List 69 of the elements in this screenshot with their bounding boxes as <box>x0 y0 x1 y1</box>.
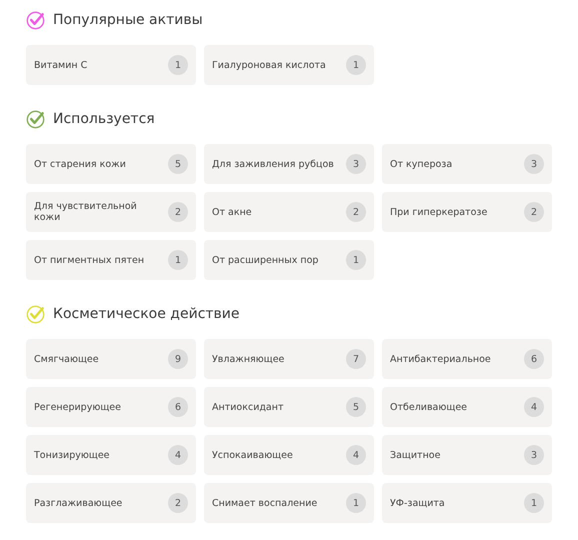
tag-card[interactable]: Антиоксидант 5 <box>204 387 374 427</box>
count-badge: 9 <box>168 349 188 369</box>
count-badge: 2 <box>524 202 544 222</box>
count-badge: 3 <box>346 154 366 174</box>
tag-card[interactable]: Антибактериальное 6 <box>382 339 552 379</box>
tag-label: От пигментных пятен <box>34 254 144 266</box>
count-badge: 6 <box>168 397 188 417</box>
section-title: Используется <box>53 111 155 127</box>
tag-card[interactable]: Для заживления рубцов 3 <box>204 144 374 184</box>
tag-label: Для чувствительной кожи <box>34 201 138 223</box>
tag-card[interactable]: Для чувствительной кожи 2 <box>26 192 196 232</box>
tag-card[interactable]: От расширенных пор 1 <box>204 240 374 280</box>
count-badge: 1 <box>346 55 366 75</box>
tag-card[interactable]: От акне 2 <box>204 192 374 232</box>
count-badge: 1 <box>524 493 544 513</box>
count-badge: 2 <box>168 493 188 513</box>
tag-label: Антиоксидант <box>212 402 284 412</box>
count-badge: 5 <box>168 154 188 174</box>
count-badge: 3 <box>524 154 544 174</box>
tag-card[interactable]: Защитное 3 <box>382 435 552 475</box>
count-badge: 5 <box>346 397 366 417</box>
section-title: Косметическое действие <box>53 306 240 322</box>
tag-label: Тонизирующее <box>34 450 110 460</box>
tag-label: От расширенных пор <box>212 254 318 266</box>
section-title: Популярные активы <box>53 12 203 28</box>
tag-card[interactable]: От купероза 3 <box>382 144 552 184</box>
tag-card[interactable]: При гиперкератозе 2 <box>382 192 552 232</box>
tag-card[interactable]: Гиалуроновая кислота 1 <box>204 45 374 85</box>
tag-card[interactable]: Витамин С 1 <box>26 45 196 85</box>
tag-label: Антибактериальное <box>390 354 491 364</box>
tag-label: Снимает воспаление <box>212 498 318 508</box>
tag-card[interactable]: Отбеливающее 4 <box>382 387 552 427</box>
tag-label: Гиалуроновая кислота <box>212 60 326 70</box>
count-badge: 3 <box>524 445 544 465</box>
tag-label: Регенерирующее <box>34 402 121 412</box>
tag-card[interactable]: Тонизирующее 4 <box>26 435 196 475</box>
tag-label: Успокаивающее <box>212 450 293 460</box>
tag-label: От акне <box>212 206 252 218</box>
tag-card[interactable]: От старения кожи 5 <box>26 144 196 184</box>
tag-label: От старения кожи <box>34 158 126 170</box>
count-badge: 2 <box>168 202 188 222</box>
tag-card[interactable]: Регенерирующее 6 <box>26 387 196 427</box>
tag-label: При гиперкератозе <box>390 206 488 218</box>
tag-card[interactable]: Разглаживающее 2 <box>26 483 196 523</box>
count-badge: 7 <box>346 349 366 369</box>
tag-label: От купероза <box>390 158 452 170</box>
tag-card[interactable]: Увлажняющее 7 <box>204 339 374 379</box>
tag-label: Защитное <box>390 450 440 460</box>
count-badge: 1 <box>346 250 366 270</box>
tag-card[interactable]: УФ-защита 1 <box>382 483 552 523</box>
tag-label: Для заживления рубцов <box>212 158 334 170</box>
tag-label: Смягчающее <box>34 354 99 364</box>
count-badge: 1 <box>168 55 188 75</box>
tag-label: УФ-защита <box>390 498 445 508</box>
tag-label: Увлажняющее <box>212 354 284 364</box>
count-badge: 6 <box>524 349 544 369</box>
tag-card[interactable]: Снимает воспаление 1 <box>204 483 374 523</box>
count-badge: 1 <box>346 493 366 513</box>
tag-card[interactable]: Смягчающее 9 <box>26 339 196 379</box>
tag-card[interactable]: Успокаивающее 4 <box>204 435 374 475</box>
tag-label: Витамин С <box>34 60 88 70</box>
count-badge: 1 <box>168 250 188 270</box>
tag-label: Разглаживающее <box>34 498 122 508</box>
count-badge: 4 <box>346 445 366 465</box>
tag-label: Отбеливающее <box>390 402 468 412</box>
tag-card[interactable]: От пигментных пятен 1 <box>26 240 196 280</box>
count-badge: 4 <box>524 397 544 417</box>
count-badge: 4 <box>168 445 188 465</box>
count-badge: 2 <box>346 202 366 222</box>
